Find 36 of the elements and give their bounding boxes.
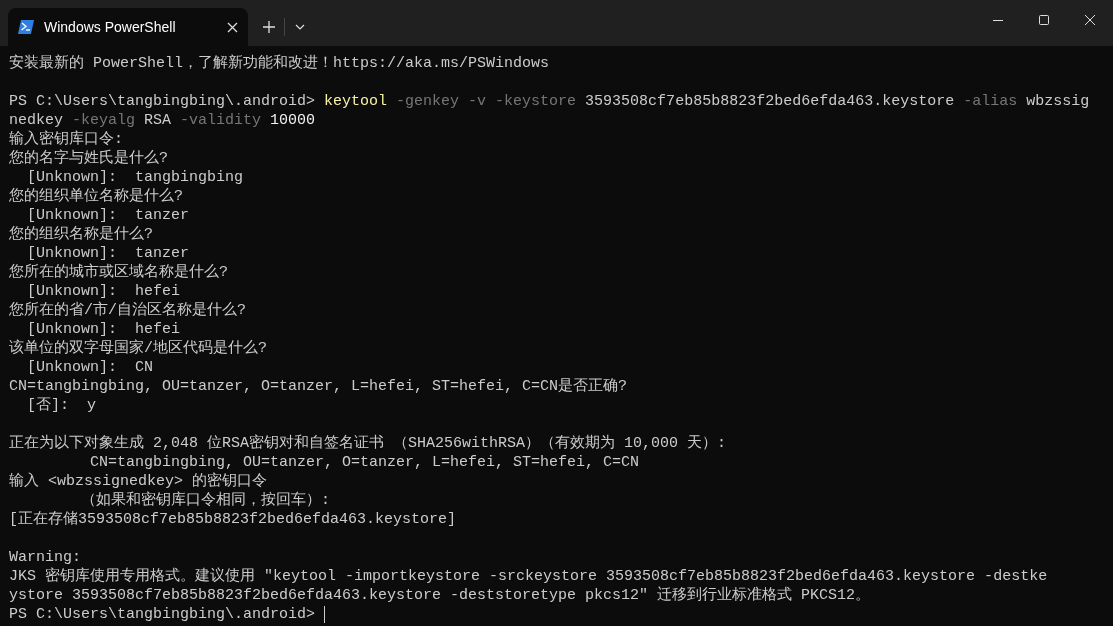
terminal-line: 安装最新的 PowerShell，了解新功能和改进！https://aka.ms/PSWindows [9,54,550,73]
terminal-line: nedkey -keyalg RSA -validity 10000 [9,111,316,130]
terminal-line: [Unknown]: tanzer [26,244,190,263]
terminal-line: PS C:\Users\tangbingbing\.android> keytool -genkey -v -keystore 3593508cf7eb85b8823f2bed6efda463.keystore -alias wbzssig [9,92,1090,111]
terminal-line: CN=tangbingbing, OU=tanzer, O=tanzer, L=hefei, ST=hefei, C=CN是否正确? [9,377,628,396]
terminal-line: [Unknown]: tanzer [26,206,190,225]
close-icon[interactable] [1085,15,1095,25]
terminal-tab[interactable]: Windows PowerShell [8,8,248,46]
terminal-line: CN=tangbingbing, OU=tanzer, O=tanzer, L=hefei, ST=hefei, C=CN [89,453,640,472]
text-cursor [324,606,326,623]
terminal-line: JKS 密钥库使用专用格式。建议使用 "keytool -importkeystore -srckeystore 3593508cf7eb85b8823f2bed6efda463.keystore -destke [9,567,1048,586]
terminal-line: （如果和密钥库口令相同，按回车）: [80,491,330,510]
chevron-down-icon[interactable] [295,24,305,30]
terminal-line: 您的组织单位名称是什么? [9,187,183,206]
terminal-line: 您的名字与姓氏是什么? [9,149,168,168]
terminal-line: 输入密钥库口令: [9,130,123,149]
terminal-line: 正在为以下对象生成 2,048 位RSA密钥对和自签名证书 （SHA256withRSA）（有效期为 10,000 天）: [9,434,727,453]
terminal-line: 您所在的省/市/自治区名称是什么? [9,301,246,320]
close-icon[interactable] [227,21,238,33]
terminal-line: [正在存储3593508cf7eb85b8823f2bed6efda463.keystore] [9,510,457,529]
terminal-line: [Unknown]: tangbingbing [26,168,244,187]
prompt-line: PS C:\Users\tangbingbing\.android> [9,605,317,624]
terminal-line: [Unknown]: CN [26,358,154,377]
terminal-line: 输入 <wbzssignedkey> 的密钥口令 [9,472,268,491]
powershell-icon [18,20,34,34]
terminal-line: 该单位的双字母国家/地区代码是什么? [9,339,267,358]
terminal-line: [Unknown]: hefei [26,320,181,339]
terminal-line: ystore 3593508cf7eb85b8823f2bed6efda463.keystore -deststoretype pkcs12" 迁移到行业标准格式 PKCS12。 [9,586,871,605]
maximize-icon[interactable] [1039,15,1049,25]
terminal-line: 您的组织名称是什么? [9,225,153,244]
plus-icon[interactable] [263,21,275,33]
minimize-icon[interactable] [993,19,1003,21]
terminal-line: [Unknown]: hefei [26,282,181,301]
terminal-line: [否]: y [26,396,96,415]
terminal-line: Warning: [9,548,81,567]
terminal-line: 您所在的城市或区域名称是什么? [9,263,228,282]
